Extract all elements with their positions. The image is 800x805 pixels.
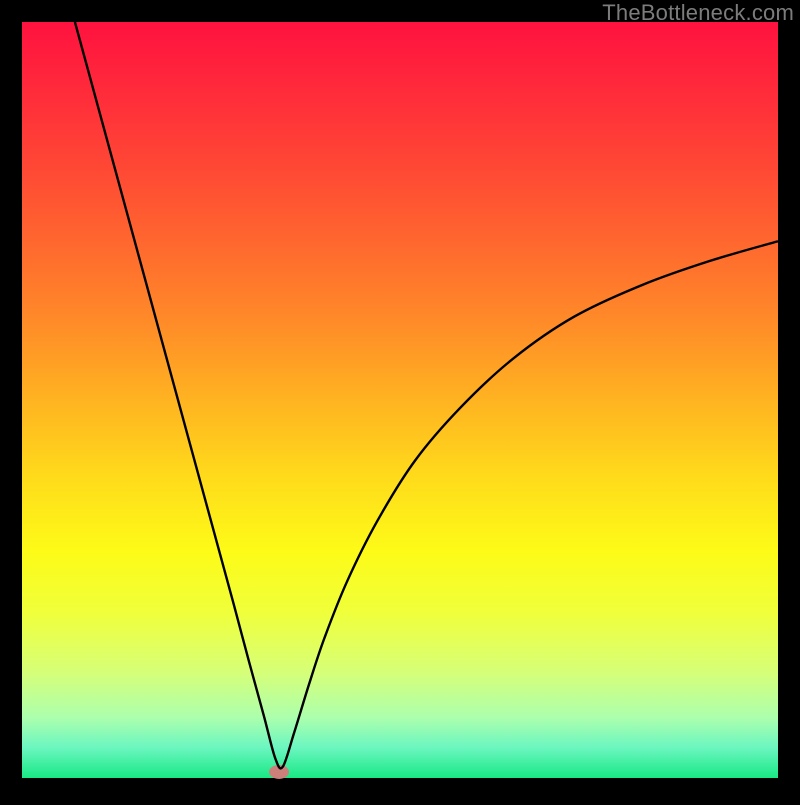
bottleneck-chart [0, 0, 800, 800]
chart-frame: TheBottleneck.com [0, 0, 800, 800]
plot-background [22, 22, 778, 778]
attribution-text: TheBottleneck.com [602, 0, 794, 26]
